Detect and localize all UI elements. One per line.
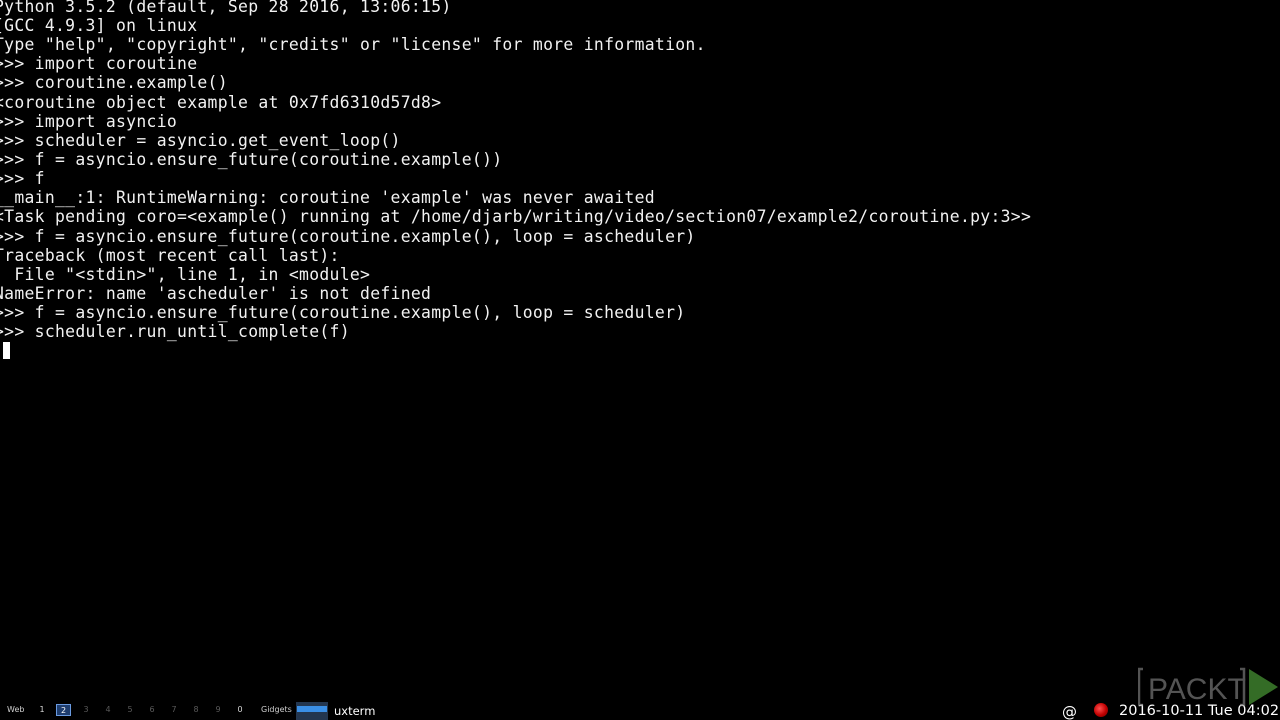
terminal-line: >>> scheduler = asyncio.get_event_loop(): [0, 131, 401, 150]
terminal-line: >>> f = asyncio.ensure_future(coroutine.…: [0, 303, 686, 322]
web-launcher[interactable]: Web: [7, 700, 24, 720]
packt-logo: PACKT: [1138, 667, 1278, 707]
terminal-line: >>> import asyncio: [0, 112, 178, 131]
workspace-5[interactable]: 5: [124, 704, 136, 716]
workspace-7[interactable]: 7: [168, 704, 180, 716]
terminal-line: >>> f = asyncio.ensure_future(coroutine.…: [0, 150, 503, 169]
terminal-window[interactable]: Python 3.5.2 (default, Sep 28 2016, 13:0…: [0, 0, 1280, 700]
terminal-line: >>> import coroutine: [0, 54, 198, 73]
at-icon[interactable]: @: [1062, 700, 1077, 720]
gadgets-menu[interactable]: Gidgets: [261, 700, 292, 720]
terminal-line: NameError: name 'ascheduler' is not defi…: [0, 284, 432, 303]
uxterm-task-button[interactable]: uxterm: [334, 700, 375, 720]
terminal-line: [GCC 4.9.3] on linux: [0, 16, 198, 35]
workspace-1[interactable]: 1: [36, 704, 48, 716]
terminal-line: Type "help", "copyright", "credits" or "…: [0, 35, 706, 54]
terminal-line: <Task pending coro=<example() running at…: [0, 207, 1032, 226]
workspace-3[interactable]: 3: [80, 704, 92, 716]
workspace-6[interactable]: 6: [146, 704, 158, 716]
terminal-line: __main__:1: RuntimeWarning: coroutine 'e…: [0, 188, 655, 207]
taskbar: Web 1 2 3 4 5 6 7 8 9 0 Gidgets: [0, 700, 1280, 720]
workspace-9[interactable]: 9: [212, 704, 224, 716]
terminal-line: >>> coroutine.example(): [0, 73, 228, 92]
terminal-line: >>> scheduler.run_until_complete(f): [0, 322, 350, 341]
terminal-cursor: [3, 342, 10, 359]
workspace-0[interactable]: 0: [234, 704, 246, 716]
task-icon-bar: [297, 706, 327, 712]
record-icon[interactable]: [1094, 703, 1108, 717]
terminal-line: >>> f: [0, 169, 45, 188]
workspace-4[interactable]: 4: [102, 704, 114, 716]
packt-logo-text: PACKT: [1148, 673, 1246, 706]
uxterm-task-icon[interactable]: [296, 702, 328, 720]
terminal-line: Python 3.5.2 (default, Sep 28 2016, 13:0…: [0, 0, 452, 16]
workspace-2[interactable]: 2: [56, 704, 71, 716]
terminal-line: <coroutine object example at 0x7fd6310d5…: [0, 93, 442, 112]
workspace-8[interactable]: 8: [190, 704, 202, 716]
play-triangle-icon: [1249, 669, 1278, 705]
terminal-line: Traceback (most recent call last):: [0, 246, 340, 265]
terminal-line: File "<stdin>", line 1, in <module>: [0, 265, 371, 284]
terminal-line: >>> f = asyncio.ensure_future(coroutine.…: [0, 227, 696, 246]
